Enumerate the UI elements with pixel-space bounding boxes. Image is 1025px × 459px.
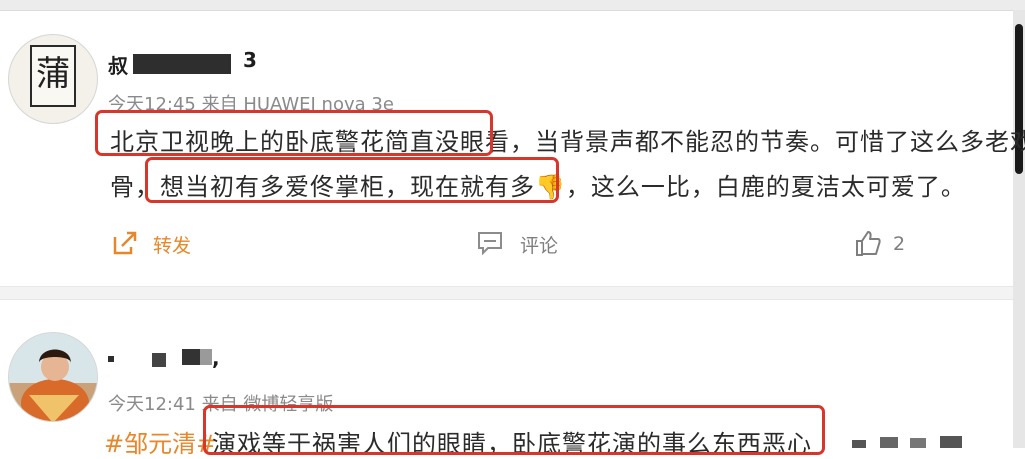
username[interactable]: 叔 — [108, 50, 128, 79]
highlight-box — [145, 157, 559, 203]
cutoff-text-fragment — [910, 438, 926, 448]
like-count: 2 — [893, 233, 906, 255]
username-visible: 叔 — [108, 54, 128, 78]
repost-button[interactable] — [110, 228, 140, 258]
hashtag-link[interactable]: #邹元清# — [104, 424, 216, 459]
comment-button[interactable] — [476, 230, 504, 256]
avatar[interactable] — [8, 332, 98, 422]
comment-label[interactable]: 评论 — [520, 231, 558, 258]
username-redaction — [133, 54, 231, 74]
cutoff-text-fragment — [940, 436, 962, 448]
calligraphy-frame: 蒲 — [30, 45, 76, 107]
username-redaction — [152, 353, 166, 367]
speech-bubble-icon — [478, 232, 502, 256]
post-divider — [0, 286, 1013, 300]
user-photo — [9, 333, 97, 421]
username-tail: 3 — [243, 48, 257, 72]
username-redaction — [182, 349, 200, 365]
cutoff-text-fragment — [852, 440, 866, 448]
username-redaction — [108, 356, 114, 362]
top-cutoff-band — [0, 0, 1025, 11]
username-tail: , — [212, 346, 220, 370]
repost-label[interactable]: 转发 — [153, 231, 191, 258]
username-redaction — [200, 349, 212, 365]
share-arrow-icon — [113, 231, 137, 255]
avatar[interactable]: 蒲 — [8, 34, 98, 124]
cutoff-text-fragment — [880, 437, 898, 448]
calligraphy-glyph: 蒲 — [36, 54, 70, 94]
thumbs-up-icon — [856, 231, 881, 256]
highlight-box — [95, 110, 493, 156]
like-button[interactable] — [853, 228, 883, 258]
